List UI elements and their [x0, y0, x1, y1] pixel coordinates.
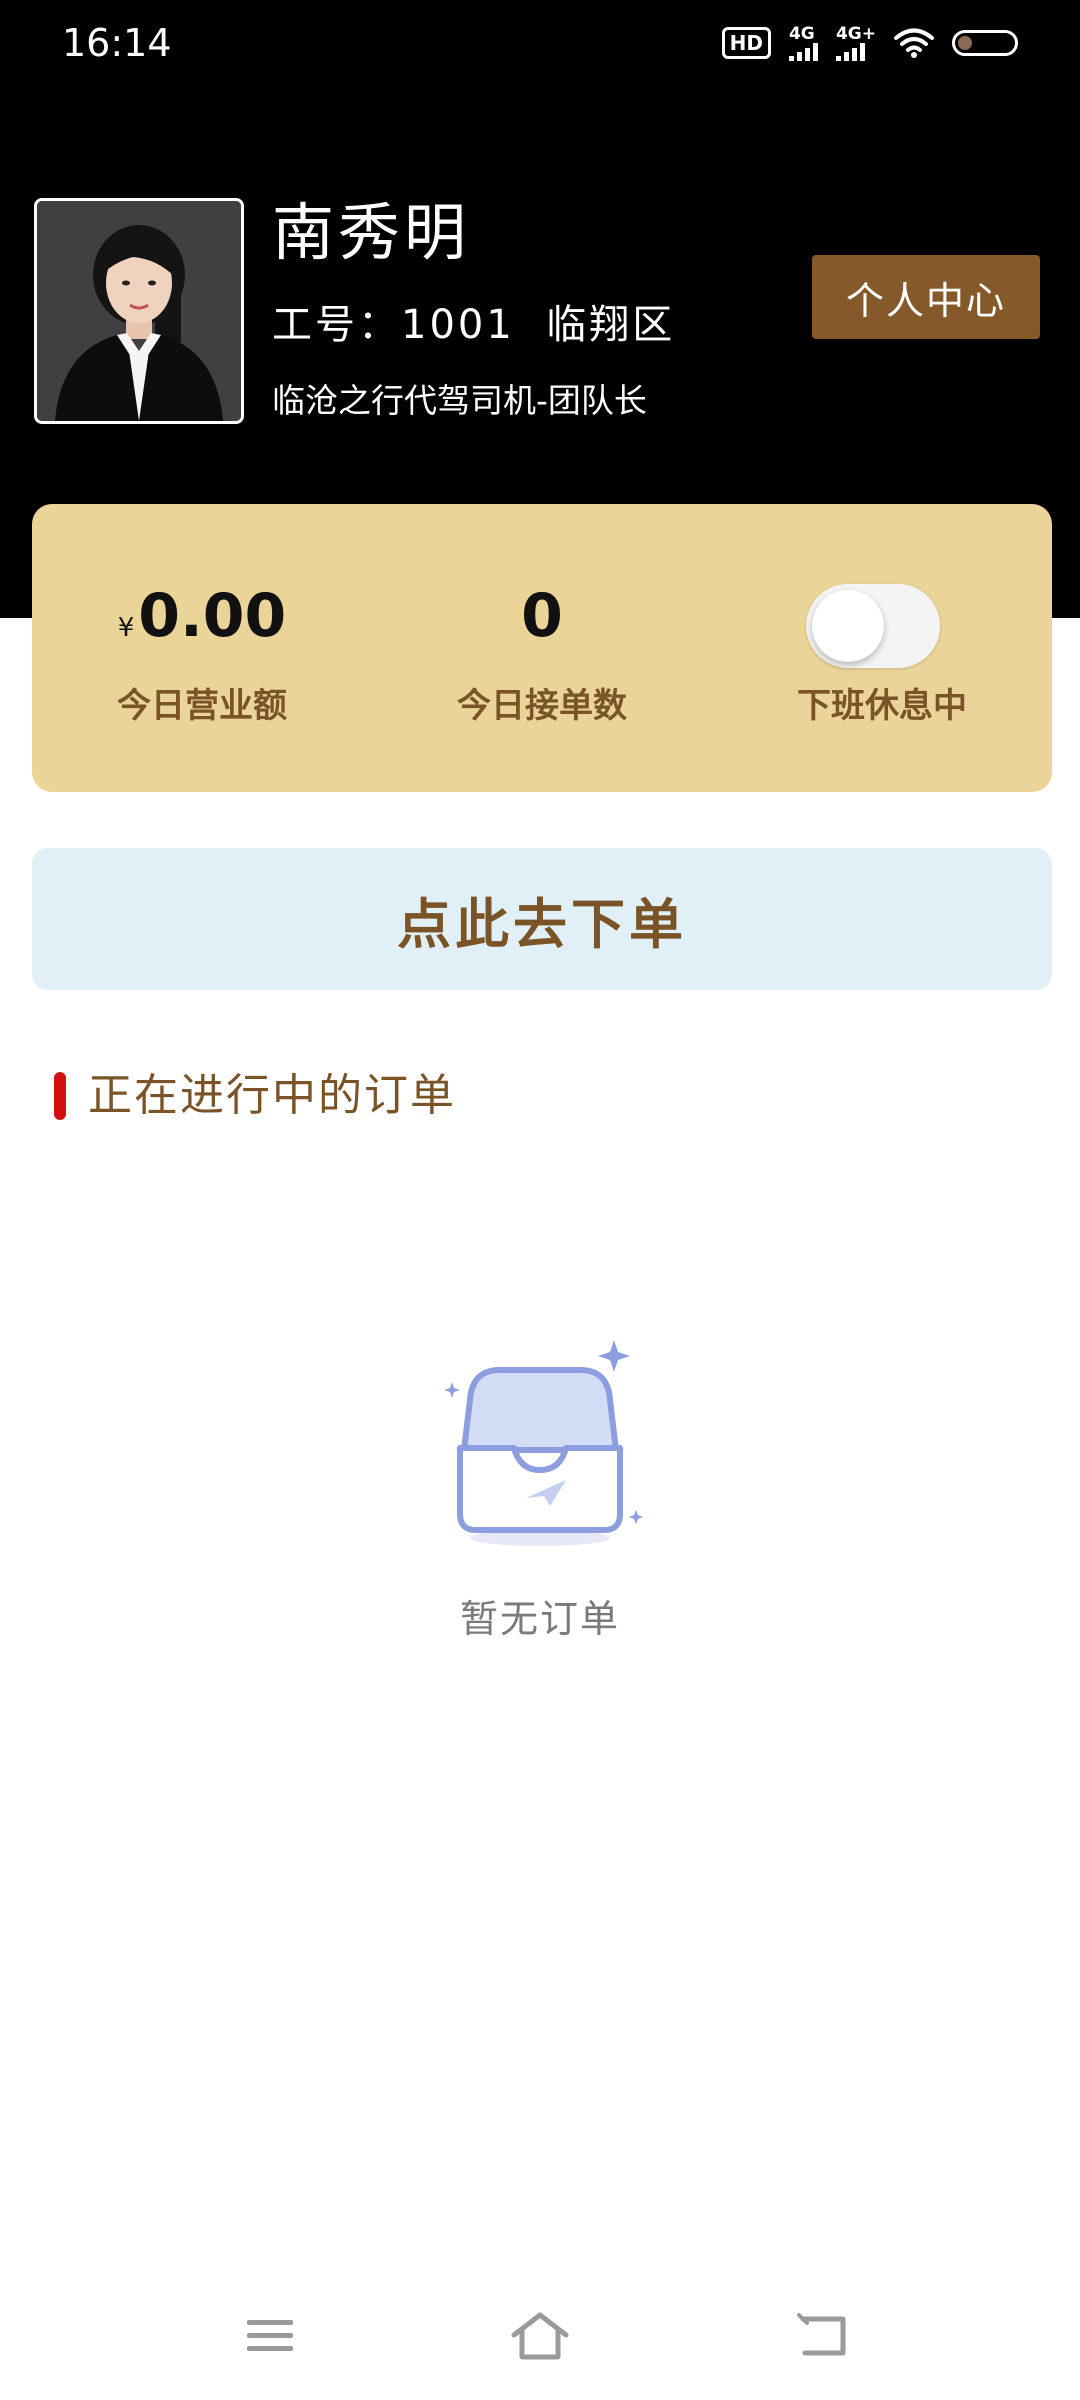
- stat-orders: 0 今日接单数: [372, 504, 712, 792]
- revenue-value: ¥0.00: [117, 581, 287, 651]
- orders-value: 0: [521, 581, 563, 651]
- menu-icon: [247, 2320, 293, 2351]
- section-accent-bar: [54, 1072, 66, 1120]
- empty-inbox-icon: [444, 1340, 643, 1546]
- stats-card: ¥0.00 今日营业额 0 今日接单数 下班休息中: [32, 504, 1052, 792]
- currency-symbol: ¥: [117, 613, 135, 643]
- user-name: 南秀明: [272, 196, 471, 269]
- nav-home-button[interactable]: [500, 2296, 580, 2376]
- status-icons: HD 4G 4G+: [721, 22, 1018, 64]
- status-time: 16:14: [62, 21, 172, 65]
- nav-menu-button[interactable]: [230, 2296, 310, 2376]
- duty-status-label: 下班休息中: [797, 686, 967, 726]
- orders-label: 今日接单数: [457, 686, 627, 726]
- empty-state-text: 暂无订单: [459, 1597, 620, 1641]
- hd-voice-icon: HD: [721, 27, 771, 59]
- signal-4g-plus-icon: 4G+: [835, 25, 876, 61]
- avatar-photo: [37, 201, 241, 421]
- stat-revenue: ¥0.00 今日营业额: [32, 504, 372, 792]
- revenue-label: 今日营业额: [117, 686, 287, 726]
- place-order-button[interactable]: 点此去下单: [32, 848, 1052, 990]
- section-title: 正在进行中的订单: [88, 1070, 456, 1121]
- signal-4g-icon: 4G: [788, 25, 818, 61]
- duty-toggle[interactable]: [806, 584, 940, 668]
- wifi-icon: [894, 28, 934, 58]
- nav-back-button[interactable]: [784, 2296, 864, 2376]
- home-icon: [511, 2312, 569, 2360]
- battery-icon: [952, 30, 1018, 56]
- toggle-knob: [812, 590, 884, 662]
- back-icon: [797, 2313, 846, 2356]
- employee-id: 工号：1001 临翔区: [272, 302, 676, 348]
- personal-center-button[interactable]: 个人中心: [812, 255, 1040, 339]
- avatar[interactable]: [34, 198, 244, 424]
- user-title: 临沧之行代驾司机-团队长: [272, 381, 647, 420]
